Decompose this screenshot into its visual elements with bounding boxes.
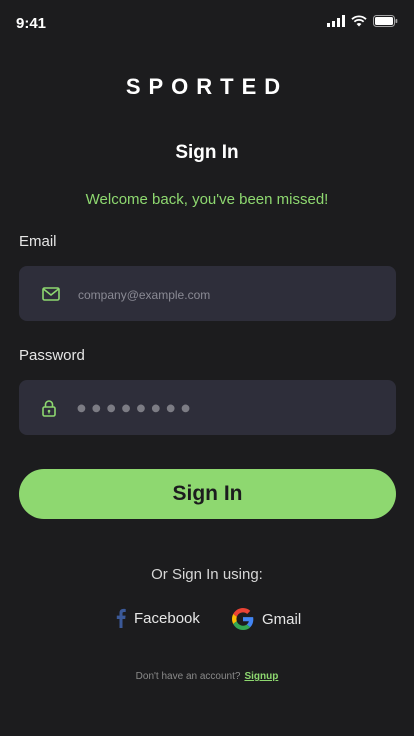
signup-prompt: Don't have an account? Signup — [0, 671, 414, 682]
signal-icon — [327, 15, 345, 27]
google-icon — [232, 608, 254, 630]
sign-in-button[interactable]: Sign In — [19, 469, 396, 519]
status-bar: 9:41 — [0, 0, 414, 44]
mail-icon — [42, 286, 60, 301]
facebook-button[interactable]: Facebook — [116, 608, 200, 628]
wifi-icon — [351, 15, 367, 27]
status-icons — [327, 15, 398, 27]
password-input[interactable]: ●●●●●●●● — [76, 397, 195, 418]
welcome-message: Welcome back, you've been missed! — [85, 191, 329, 208]
page-title: Sign In — [175, 142, 239, 163]
signup-prompt-text: Don't have an account? — [135, 671, 241, 682]
facebook-icon — [116, 608, 126, 628]
status-time: 9:41 — [16, 15, 47, 32]
gmail-button[interactable]: Gmail — [232, 608, 301, 630]
brand-logo: SPORTED — [125, 74, 289, 99]
password-field[interactable]: ●●●●●●●● — [19, 380, 396, 435]
lock-icon — [42, 399, 56, 417]
battery-icon — [373, 15, 398, 27]
email-field[interactable] — [19, 266, 396, 323]
email-input[interactable] — [76, 266, 380, 323]
signup-link[interactable]: Signup — [244, 671, 278, 682]
password-label: Password — [19, 347, 85, 364]
social-sign-in-prompt: Or Sign In using: — [151, 566, 263, 583]
email-label: Email — [19, 233, 57, 250]
gmail-label: Gmail — [262, 610, 302, 628]
facebook-label: Facebook — [134, 609, 200, 627]
